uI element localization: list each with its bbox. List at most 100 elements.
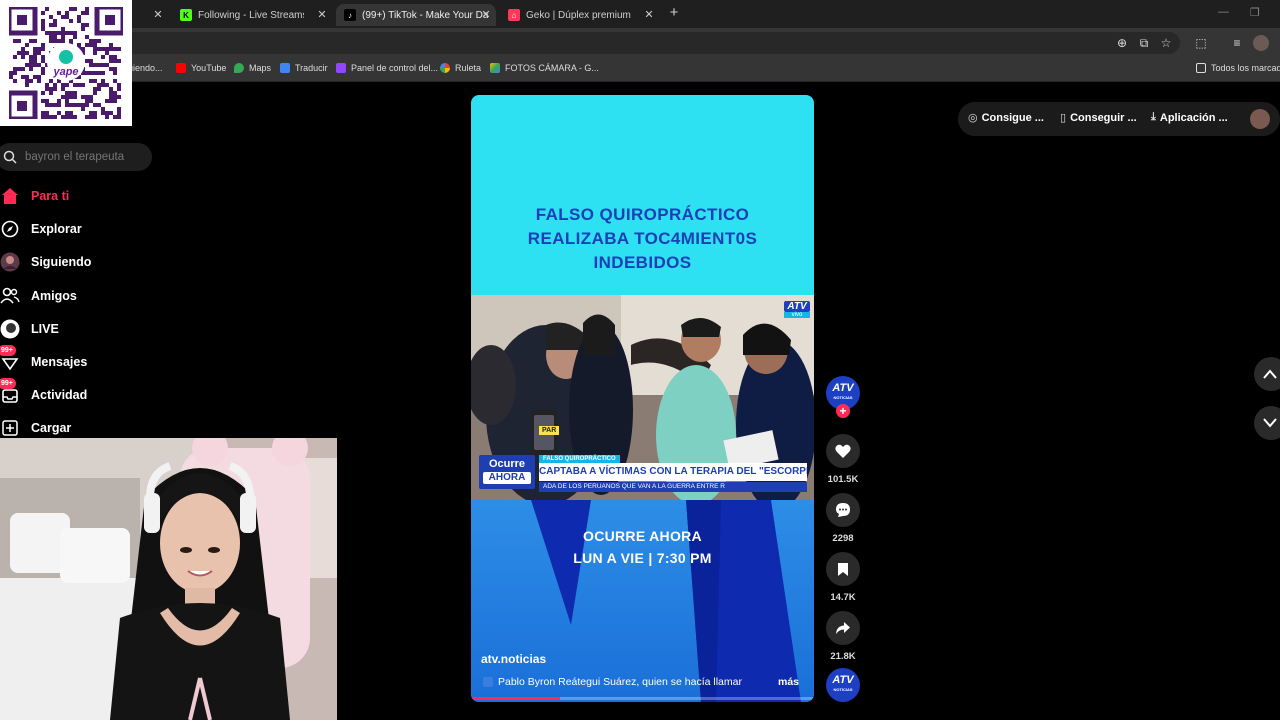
search-input[interactable]: [25, 143, 145, 171]
heart-icon: [835, 444, 851, 458]
ocurre-ahora-logo: Ocurre AHORA: [479, 455, 535, 489]
user-avatar[interactable]: [1250, 109, 1270, 129]
video-headline: FALSO QUIROPRÁCTICO REALIZABA TOC4MIENT0…: [527, 205, 758, 272]
comment-button[interactable]: [826, 493, 860, 527]
video-player[interactable]: FALSO QUIROPRÁCTICO REALIZABA TOC4MIENT0…: [471, 95, 814, 702]
compass-icon: [0, 219, 20, 239]
more-button[interactable]: más: [778, 676, 799, 688]
save-button[interactable]: [826, 552, 860, 586]
restore-icon[interactable]: ❐: [1250, 6, 1260, 19]
download-icon: ⤓: [1151, 111, 1156, 123]
sidebar-item-explorar[interactable]: Explorar: [0, 216, 82, 242]
webcam-feed: [0, 438, 337, 720]
bookmark-youtube[interactable]: YouTube: [176, 63, 226, 73]
reading-list-icon[interactable]: ≡: [1229, 35, 1245, 51]
coin-icon: ◎: [968, 112, 978, 124]
bookmark-fotos[interactable]: FOTOS CÁMARA - G...: [490, 63, 599, 73]
tag-label: PAR: [539, 426, 560, 435]
url-field[interactable]: n: [120, 32, 1180, 54]
close-tab-icon[interactable]: ✕: [478, 6, 494, 22]
maps-icon: [234, 63, 244, 73]
bookmark-icon: [838, 562, 848, 576]
messages-icon: 99+: [0, 345, 20, 372]
video-caption: Pablo Byron Reátegui Suárez, quien se ha…: [483, 676, 742, 688]
twitch-icon: [336, 63, 346, 73]
inbox-icon: 99+: [0, 378, 20, 405]
notification-badge: 99+: [0, 345, 16, 356]
sidebar-item-para-ti[interactable]: Para ti: [0, 183, 69, 209]
sidebar-item-siguiendo[interactable]: Siguiendo: [0, 249, 91, 275]
all-bookmarks-folder[interactable]: Todos los marcad: [1196, 63, 1280, 73]
like-button[interactable]: [826, 434, 860, 468]
kick-favicon-icon: K: [180, 9, 192, 21]
caption-flag-icon: [483, 677, 493, 687]
phone-icon: ▯: [1060, 112, 1067, 124]
extensions-icon[interactable]: ⬚: [1193, 35, 1209, 51]
tab-airbnb[interactable]: ⌂ Geko | Dúplex premium de 2 d: [500, 4, 640, 26]
like-count: 101.5K: [827, 474, 859, 485]
save-count: 14.7K: [830, 592, 856, 603]
ticker-crawl: ADA DE LOS PERUANOS QUE VAN A LA GUERRA …: [539, 482, 807, 492]
tiktok-favicon-icon: ♪: [344, 9, 356, 21]
ticker-kicker: FALSO QUIROPRÁCTICO: [539, 455, 620, 463]
search-icon: [3, 150, 17, 164]
translate-icon: [280, 63, 290, 73]
tab-kick-following[interactable]: K Following - Live Streams on Ki: [172, 4, 312, 26]
drive-icon: [490, 63, 500, 73]
search-bar[interactable]: [0, 143, 152, 171]
screen: ✕ K Following - Live Streams on Ki ✕ ♪ (…: [0, 0, 1280, 720]
close-tab-icon[interactable]: ✕: [150, 6, 166, 22]
promo-schedule: LUN A VIE | 7:30 PM: [573, 550, 712, 566]
friends-icon: [0, 286, 20, 306]
get-app-button[interactable]: ▯ Conseguir ...: [1060, 111, 1137, 125]
address-bar: n: [0, 28, 1280, 58]
follow-button[interactable]: +: [836, 404, 850, 418]
youtube-icon: [176, 63, 186, 73]
folder-icon: [1196, 63, 1206, 73]
zoom-icon[interactable]: ⊕: [1114, 35, 1130, 51]
yape-qr-code: yape: [0, 0, 132, 126]
bookmark-panel[interactable]: Panel de control del...: [336, 63, 438, 73]
live-icon: [0, 319, 20, 339]
share-icon: [836, 622, 850, 634]
close-tab-icon[interactable]: ✕: [641, 6, 657, 22]
sidebar-item-amigos[interactable]: Amigos: [0, 283, 77, 309]
wheel-icon: [440, 63, 450, 73]
get-coins-button[interactable]: ◎ Consigue ...: [968, 111, 1044, 125]
upload-icon: [0, 418, 20, 438]
bookmark-ruleta[interactable]: Ruleta: [440, 63, 481, 73]
video-author[interactable]: atv.noticias: [481, 652, 546, 666]
notification-badge: 99+: [0, 378, 16, 389]
atv-live-logo: ATV vivo: [784, 301, 810, 319]
next-video-button[interactable]: [1254, 406, 1280, 440]
svg-text:yape: yape: [52, 66, 78, 78]
profile-avatar[interactable]: [1253, 35, 1269, 51]
tab-tiktok[interactable]: ♪ (99+) TikTok - Make Your Day: [336, 4, 496, 26]
browser-tab-bar: ✕ K Following - Live Streams on Ki ✕ ♪ (…: [0, 0, 1280, 28]
minimize-icon[interactable]: —: [1218, 6, 1229, 18]
video-news-frame: ATV vivo PAR Ocurre AHORA FALSO QUIROPRÁ…: [471, 295, 814, 500]
sidebar-item-mensajes[interactable]: 99+ Mensajes: [0, 345, 87, 375]
sound-disc-avatar[interactable]: ATV NOTICIAS: [826, 668, 860, 702]
share-count: 21.8K: [830, 651, 856, 662]
previous-video-button[interactable]: [1254, 357, 1280, 391]
following-avatar-icon: [0, 252, 20, 272]
bookmark-traducir[interactable]: Traducir: [280, 63, 328, 73]
share-button[interactable]: [826, 611, 860, 645]
close-tab-icon[interactable]: ✕: [314, 6, 330, 22]
comment-count: 2298: [832, 533, 854, 544]
promo-panel: OCURRE AHORA LUN A VIE | 7:30 PM: [471, 500, 814, 702]
install-app-icon[interactable]: ⧉: [1136, 35, 1152, 51]
bookmark-item[interactable]: uiendo...: [128, 63, 163, 73]
promo-title: OCURRE AHORA: [583, 528, 702, 544]
chevron-up-icon: [1263, 369, 1277, 379]
sidebar-item-live[interactable]: LIVE: [0, 316, 59, 342]
desktop-app-button[interactable]: ⤓ Aplicación ...: [1151, 111, 1228, 124]
bookmark-star-icon[interactable]: ☆: [1158, 35, 1174, 51]
sidebar-item-actividad[interactable]: 99+ Actividad: [0, 378, 87, 408]
bookmark-maps[interactable]: Maps: [234, 63, 271, 73]
new-tab-icon[interactable]: +: [666, 5, 682, 21]
chevron-down-icon: [1263, 418, 1277, 428]
video-progress-bar[interactable]: [471, 697, 814, 700]
video-progress-fill: [471, 697, 561, 700]
